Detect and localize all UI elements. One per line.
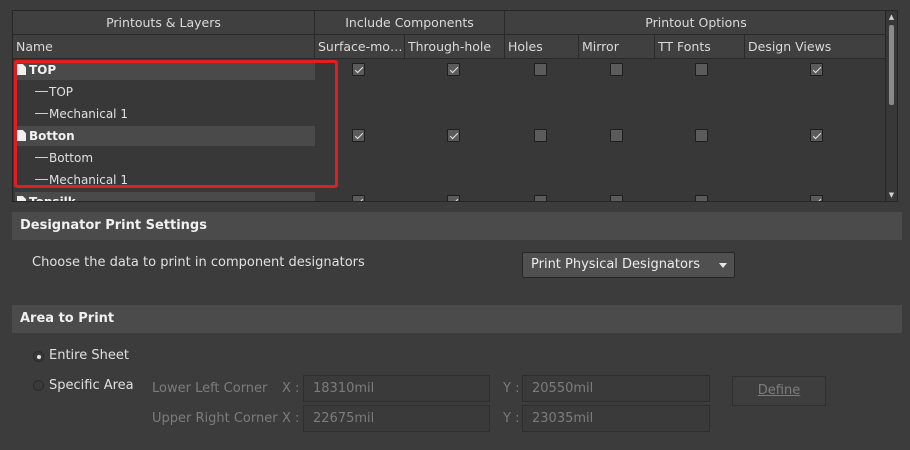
scroll-down-arrow-icon[interactable]: ▼: [886, 190, 897, 200]
upper-right-y-field[interactable]: 23035mil: [522, 405, 710, 432]
document-icon: [17, 196, 26, 201]
lower-left-y-field[interactable]: 20550mil: [522, 375, 710, 402]
column-mirror[interactable]: Mirror: [579, 35, 655, 59]
checkbox-design-views[interactable]: [810, 195, 823, 201]
lower-left-x-label: X :: [282, 381, 300, 396]
area-section-header: Area to Print: [12, 305, 902, 333]
column-tt-fonts[interactable]: TT Fonts: [655, 35, 745, 59]
scroll-up-arrow-icon[interactable]: ▲: [886, 12, 897, 22]
radio-specific-area[interactable]: [33, 380, 44, 391]
column-design-views[interactable]: Design Views: [745, 35, 885, 59]
upper-right-x-label: X :: [282, 411, 300, 426]
designator-dropdown[interactable]: Print Physical Designators: [522, 252, 735, 278]
define-button-label: Define: [757, 383, 801, 398]
chevron-down-icon: [719, 263, 727, 268]
designator-description: Choose the data to print in component de…: [32, 255, 365, 270]
checkbox-mirror[interactable]: [610, 129, 623, 142]
radio-entire-sheet[interactable]: [33, 351, 44, 362]
designator-dropdown-value: Print Physical Designators: [531, 257, 701, 272]
define-button[interactable]: Define: [732, 376, 826, 406]
column-surface-mount[interactable]: Surface-mo…: [315, 35, 405, 59]
upper-right-corner-label: Upper Right Corner: [152, 411, 278, 426]
upper-right-x-field[interactable]: 22675mil: [303, 405, 490, 432]
checkbox-design-views[interactable]: [810, 129, 823, 142]
checkbox-holes[interactable]: [534, 129, 547, 142]
checkbox-surface-mount[interactable]: [352, 129, 365, 142]
checkbox-surface-mount[interactable]: [352, 195, 365, 201]
checkbox-mirror[interactable]: [610, 63, 623, 76]
grid-scrollbar[interactable]: ▲ ▼: [886, 10, 898, 202]
highlight-box: [14, 60, 338, 188]
checkbox-holes[interactable]: [534, 63, 547, 76]
checkbox-through-hole[interactable]: [447, 195, 460, 201]
column-holes[interactable]: Holes: [505, 35, 579, 59]
checkbox-surface-mount[interactable]: [352, 63, 365, 76]
upper-right-y-label: Y :: [503, 411, 520, 426]
row-name-label: Topsilk: [29, 195, 76, 202]
designator-section-header: Designator Print Settings: [12, 212, 902, 240]
lower-left-x-field[interactable]: 18310mil: [303, 375, 490, 402]
grid-column-header: Name Surface-mo… Through-hole Holes Mirr…: [13, 35, 885, 59]
header-printout-options: Printout Options: [645, 15, 747, 30]
checkbox-through-hole[interactable]: [447, 129, 460, 142]
checkbox-tt-fonts[interactable]: [695, 63, 708, 76]
lower-left-y-label: Y :: [503, 381, 520, 396]
checkbox-mirror[interactable]: [610, 195, 623, 201]
specific-area-label[interactable]: Specific Area: [49, 378, 134, 393]
scroll-thumb[interactable]: [889, 25, 894, 105]
column-through-hole[interactable]: Through-hole: [405, 35, 505, 59]
header-printouts-layers: Printouts & Layers: [13, 11, 315, 35]
checkbox-design-views[interactable]: [810, 63, 823, 76]
checkbox-tt-fonts[interactable]: [695, 195, 708, 201]
layer-group-row[interactable]: Topsilk: [13, 191, 885, 202]
lower-left-corner-label: Lower Left Corner: [152, 381, 268, 396]
column-name[interactable]: Name: [13, 35, 315, 59]
checkbox-through-hole[interactable]: [447, 63, 460, 76]
checkbox-tt-fonts[interactable]: [695, 129, 708, 142]
checkbox-holes[interactable]: [534, 195, 547, 201]
entire-sheet-label[interactable]: Entire Sheet: [49, 348, 129, 363]
header-include-components: Include Components: [315, 11, 505, 35]
grid-group-header: Printouts & Layers Include Components Pr…: [13, 11, 885, 35]
